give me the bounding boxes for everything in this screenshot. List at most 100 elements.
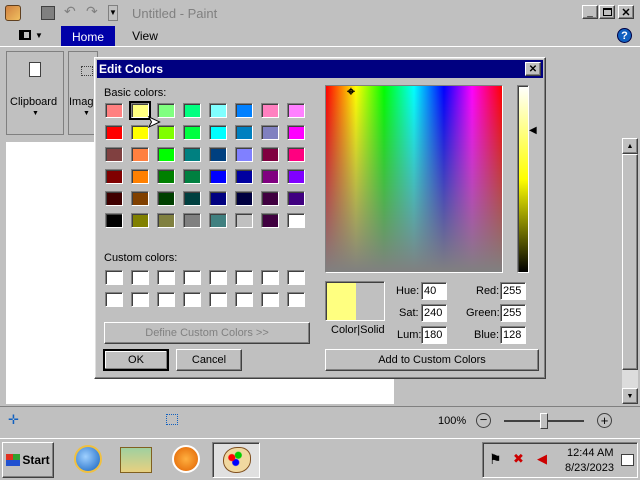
basic-color-swatch[interactable] [183, 147, 201, 162]
basic-color-swatch[interactable] [287, 147, 305, 162]
basic-color-swatch[interactable] [105, 125, 123, 140]
lum-field[interactable]: 180 [421, 326, 447, 344]
basic-color-swatch[interactable] [287, 213, 305, 228]
tab-home[interactable]: Home [61, 26, 115, 47]
basic-color-swatch[interactable] [183, 103, 201, 118]
start-button[interactable]: Start [2, 442, 54, 478]
file-explorer-icon[interactable] [120, 447, 152, 473]
basic-color-swatch[interactable] [209, 191, 227, 206]
undo-icon[interactable]: ↶ [64, 3, 76, 20]
basic-color-swatch[interactable] [235, 147, 253, 162]
basic-color-swatch[interactable] [261, 191, 279, 206]
redo-icon[interactable]: ↷ [86, 3, 98, 20]
scroll-thumb[interactable] [622, 154, 638, 370]
basic-color-swatch[interactable] [105, 169, 123, 184]
dialog-close-button[interactable]: ✕ [525, 62, 541, 76]
basic-color-swatch[interactable] [261, 169, 279, 184]
custom-color-swatch[interactable] [131, 292, 149, 307]
cancel-button[interactable]: Cancel [176, 349, 242, 371]
basic-color-swatch[interactable] [261, 213, 279, 228]
dialog-title-bar[interactable]: Edit Colors ✕ [97, 60, 543, 78]
show-desktop-icon[interactable] [621, 454, 634, 466]
custom-color-swatch[interactable] [209, 292, 227, 307]
basic-color-swatch[interactable] [183, 169, 201, 184]
help-icon[interactable]: ? [617, 28, 632, 43]
paint-app-icon[interactable] [5, 5, 21, 21]
basic-color-swatch[interactable] [261, 125, 279, 140]
define-custom-colors-button[interactable]: Define Custom Colors >> [104, 322, 310, 344]
basic-color-swatch[interactable] [287, 103, 305, 118]
custom-color-swatch[interactable] [287, 270, 305, 285]
add-to-custom-colors-button[interactable]: Add to Custom Colors [325, 349, 539, 371]
basic-color-swatch[interactable] [287, 125, 305, 140]
volume-muted-icon[interactable]: ◀ [537, 451, 547, 467]
basic-color-swatch[interactable] [235, 169, 253, 184]
custom-color-swatch[interactable] [157, 292, 175, 307]
color-spectrum[interactable]: ⌖ [325, 85, 503, 273]
basic-color-swatch[interactable] [157, 169, 175, 184]
save-icon[interactable] [41, 6, 55, 20]
scroll-up-button[interactable]: ▲ [622, 138, 638, 154]
basic-color-swatch[interactable] [131, 191, 149, 206]
tab-view[interactable]: View [120, 26, 170, 46]
custom-color-swatch[interactable] [261, 292, 279, 307]
custom-color-swatch[interactable] [235, 270, 253, 285]
luminance-arrow-icon[interactable]: ◀ [529, 125, 537, 136]
basic-color-swatch[interactable] [183, 213, 201, 228]
basic-color-swatch[interactable] [183, 191, 201, 206]
basic-color-swatch[interactable] [105, 191, 123, 206]
custom-color-swatch[interactable] [209, 270, 227, 285]
basic-color-swatch[interactable] [261, 147, 279, 162]
basic-color-swatch[interactable] [209, 169, 227, 184]
basic-color-swatch[interactable] [235, 125, 253, 140]
clipboard-group[interactable]: Clipboard ▼ [6, 51, 64, 135]
basic-color-swatch[interactable] [105, 147, 123, 162]
zoom-in-button[interactable]: + [597, 413, 612, 428]
custom-color-swatch[interactable] [131, 270, 149, 285]
custom-color-swatch[interactable] [183, 270, 201, 285]
basic-color-swatch[interactable] [157, 191, 175, 206]
basic-color-swatch[interactable] [157, 213, 175, 228]
flag-icon[interactable]: ⚑ [489, 451, 502, 468]
custom-color-swatch[interactable] [235, 292, 253, 307]
basic-color-swatch[interactable] [131, 169, 149, 184]
basic-color-swatch[interactable] [157, 147, 175, 162]
basic-color-swatch[interactable] [209, 147, 227, 162]
basic-color-swatch[interactable] [287, 191, 305, 206]
paint-taskbar-button[interactable] [212, 442, 260, 478]
basic-color-swatch[interactable] [235, 103, 253, 118]
custom-color-swatch[interactable] [287, 292, 305, 307]
media-player-icon[interactable] [172, 445, 200, 473]
basic-color-swatch[interactable] [131, 147, 149, 162]
red-field[interactable]: 255 [500, 282, 526, 300]
network-error-icon[interactable]: ✖ [513, 451, 524, 467]
basic-color-swatch[interactable] [209, 125, 227, 140]
basic-color-swatch[interactable] [261, 103, 279, 118]
maximize-button[interactable] [599, 5, 615, 19]
custom-color-swatch[interactable] [157, 270, 175, 285]
internet-explorer-icon[interactable] [74, 445, 102, 473]
sat-field[interactable]: 240 [421, 304, 447, 322]
custom-color-swatch[interactable] [183, 292, 201, 307]
quick-access-dropdown[interactable]: ▼ [108, 5, 118, 21]
basic-color-swatch[interactable] [131, 213, 149, 228]
app-menu-button[interactable]: ▼ [8, 26, 54, 44]
luminance-bar[interactable] [517, 85, 529, 273]
zoom-out-button[interactable]: − [476, 413, 491, 428]
basic-color-swatch[interactable] [105, 103, 123, 118]
basic-color-swatch[interactable] [209, 213, 227, 228]
minimize-button[interactable]: _ [582, 5, 598, 19]
hue-field[interactable]: 40 [421, 282, 447, 300]
close-window-button[interactable]: ✕ [618, 5, 634, 19]
basic-color-swatch[interactable] [235, 191, 253, 206]
clock-date[interactable]: 8/23/2023 [565, 462, 614, 474]
zoom-slider-thumb[interactable] [540, 413, 548, 429]
scroll-down-button[interactable]: ▼ [622, 388, 638, 404]
blue-field[interactable]: 128 [500, 326, 526, 344]
custom-color-swatch[interactable] [105, 292, 123, 307]
ok-button[interactable]: OK [103, 349, 169, 371]
vertical-scrollbar[interactable]: ▲ ▼ [622, 138, 638, 404]
basic-color-swatch[interactable] [209, 103, 227, 118]
basic-color-swatch[interactable] [105, 213, 123, 228]
green-field[interactable]: 255 [500, 304, 526, 322]
